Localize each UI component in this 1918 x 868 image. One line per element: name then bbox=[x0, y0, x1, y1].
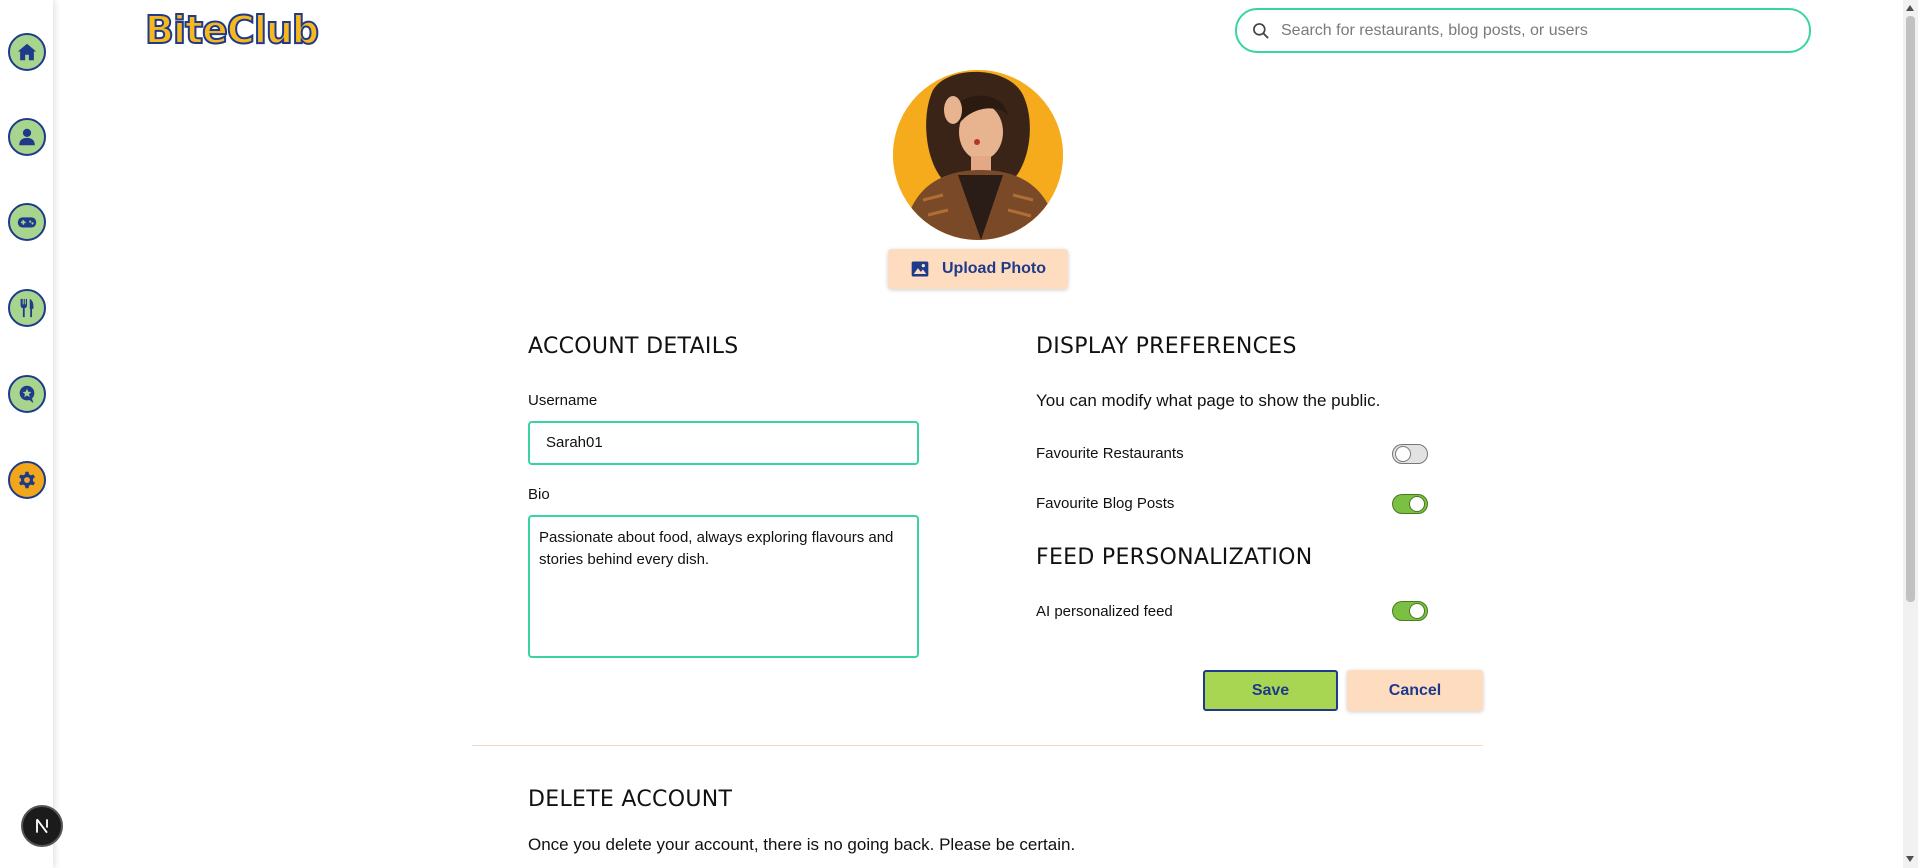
utensils-icon bbox=[20, 298, 34, 318]
avatar bbox=[893, 70, 1063, 240]
favourite-blog-posts-toggle[interactable] bbox=[1392, 494, 1428, 514]
page-scrollbar[interactable] bbox=[1903, 0, 1918, 868]
profile-photo bbox=[893, 70, 1063, 240]
nav-reviews-button[interactable] bbox=[8, 375, 46, 413]
n-logo-icon bbox=[36, 818, 48, 834]
nav-settings-button[interactable] bbox=[8, 461, 46, 499]
search-bar[interactable] bbox=[1235, 8, 1811, 53]
username-field[interactable]: Sarah01 bbox=[528, 421, 919, 465]
upload-photo-label: Upload Photo bbox=[942, 260, 1046, 277]
favourite-blog-posts-label: Favourite Blog Posts bbox=[1036, 495, 1175, 512]
save-button[interactable]: Save bbox=[1203, 670, 1338, 711]
nav-profile-button[interactable] bbox=[8, 118, 46, 156]
scroll-up-arrow[interactable] bbox=[1906, 5, 1914, 11]
gamepad-icon bbox=[17, 217, 37, 228]
scroll-down-arrow[interactable] bbox=[1906, 856, 1914, 862]
nav-restaurants-button[interactable] bbox=[8, 289, 46, 327]
image-icon bbox=[911, 261, 929, 277]
account-details-heading: ACCOUNT DETAILS bbox=[528, 334, 739, 359]
home-icon bbox=[17, 43, 37, 61]
next-dev-badge[interactable] bbox=[21, 805, 63, 847]
favourite-restaurants-toggle[interactable] bbox=[1392, 444, 1428, 464]
bio-label: Bio bbox=[528, 486, 550, 503]
ai-personalized-feed-toggle[interactable] bbox=[1392, 601, 1428, 621]
section-divider bbox=[472, 745, 1483, 746]
display-preferences-description: You can modify what page to show the pub… bbox=[1036, 391, 1381, 410]
search-icon bbox=[1253, 22, 1269, 39]
nav-home-button[interactable] bbox=[8, 33, 46, 71]
biteclub-logo[interactable]: BiteClub bbox=[144, 7, 320, 53]
delete-account-description: Once you delete your account, there is n… bbox=[528, 835, 1076, 854]
upload-photo-button[interactable]: Upload Photo bbox=[888, 249, 1068, 289]
feed-personalization-heading: FEED PERSONALIZATION bbox=[1036, 545, 1313, 570]
scroll-thumb[interactable] bbox=[1906, 16, 1915, 602]
sidebar bbox=[0, 0, 63, 868]
cancel-button[interactable]: Cancel bbox=[1347, 670, 1483, 711]
ai-personalized-feed-label: AI personalized feed bbox=[1036, 603, 1173, 620]
display-preferences-heading: DISPLAY PREFERENCES bbox=[1036, 334, 1297, 359]
bio-textarea[interactable]: Passionate about food, always exploring … bbox=[528, 515, 919, 658]
user-icon bbox=[19, 128, 35, 146]
nav-games-button[interactable] bbox=[8, 203, 46, 241]
username-label: Username bbox=[528, 392, 598, 409]
delete-account-heading: DELETE ACCOUNT bbox=[528, 787, 733, 812]
gear-icon bbox=[19, 471, 35, 489]
star-chat-icon bbox=[19, 385, 35, 404]
favourite-restaurants-label: Favourite Restaurants bbox=[1036, 445, 1184, 462]
search-input[interactable] bbox=[1279, 14, 1809, 47]
